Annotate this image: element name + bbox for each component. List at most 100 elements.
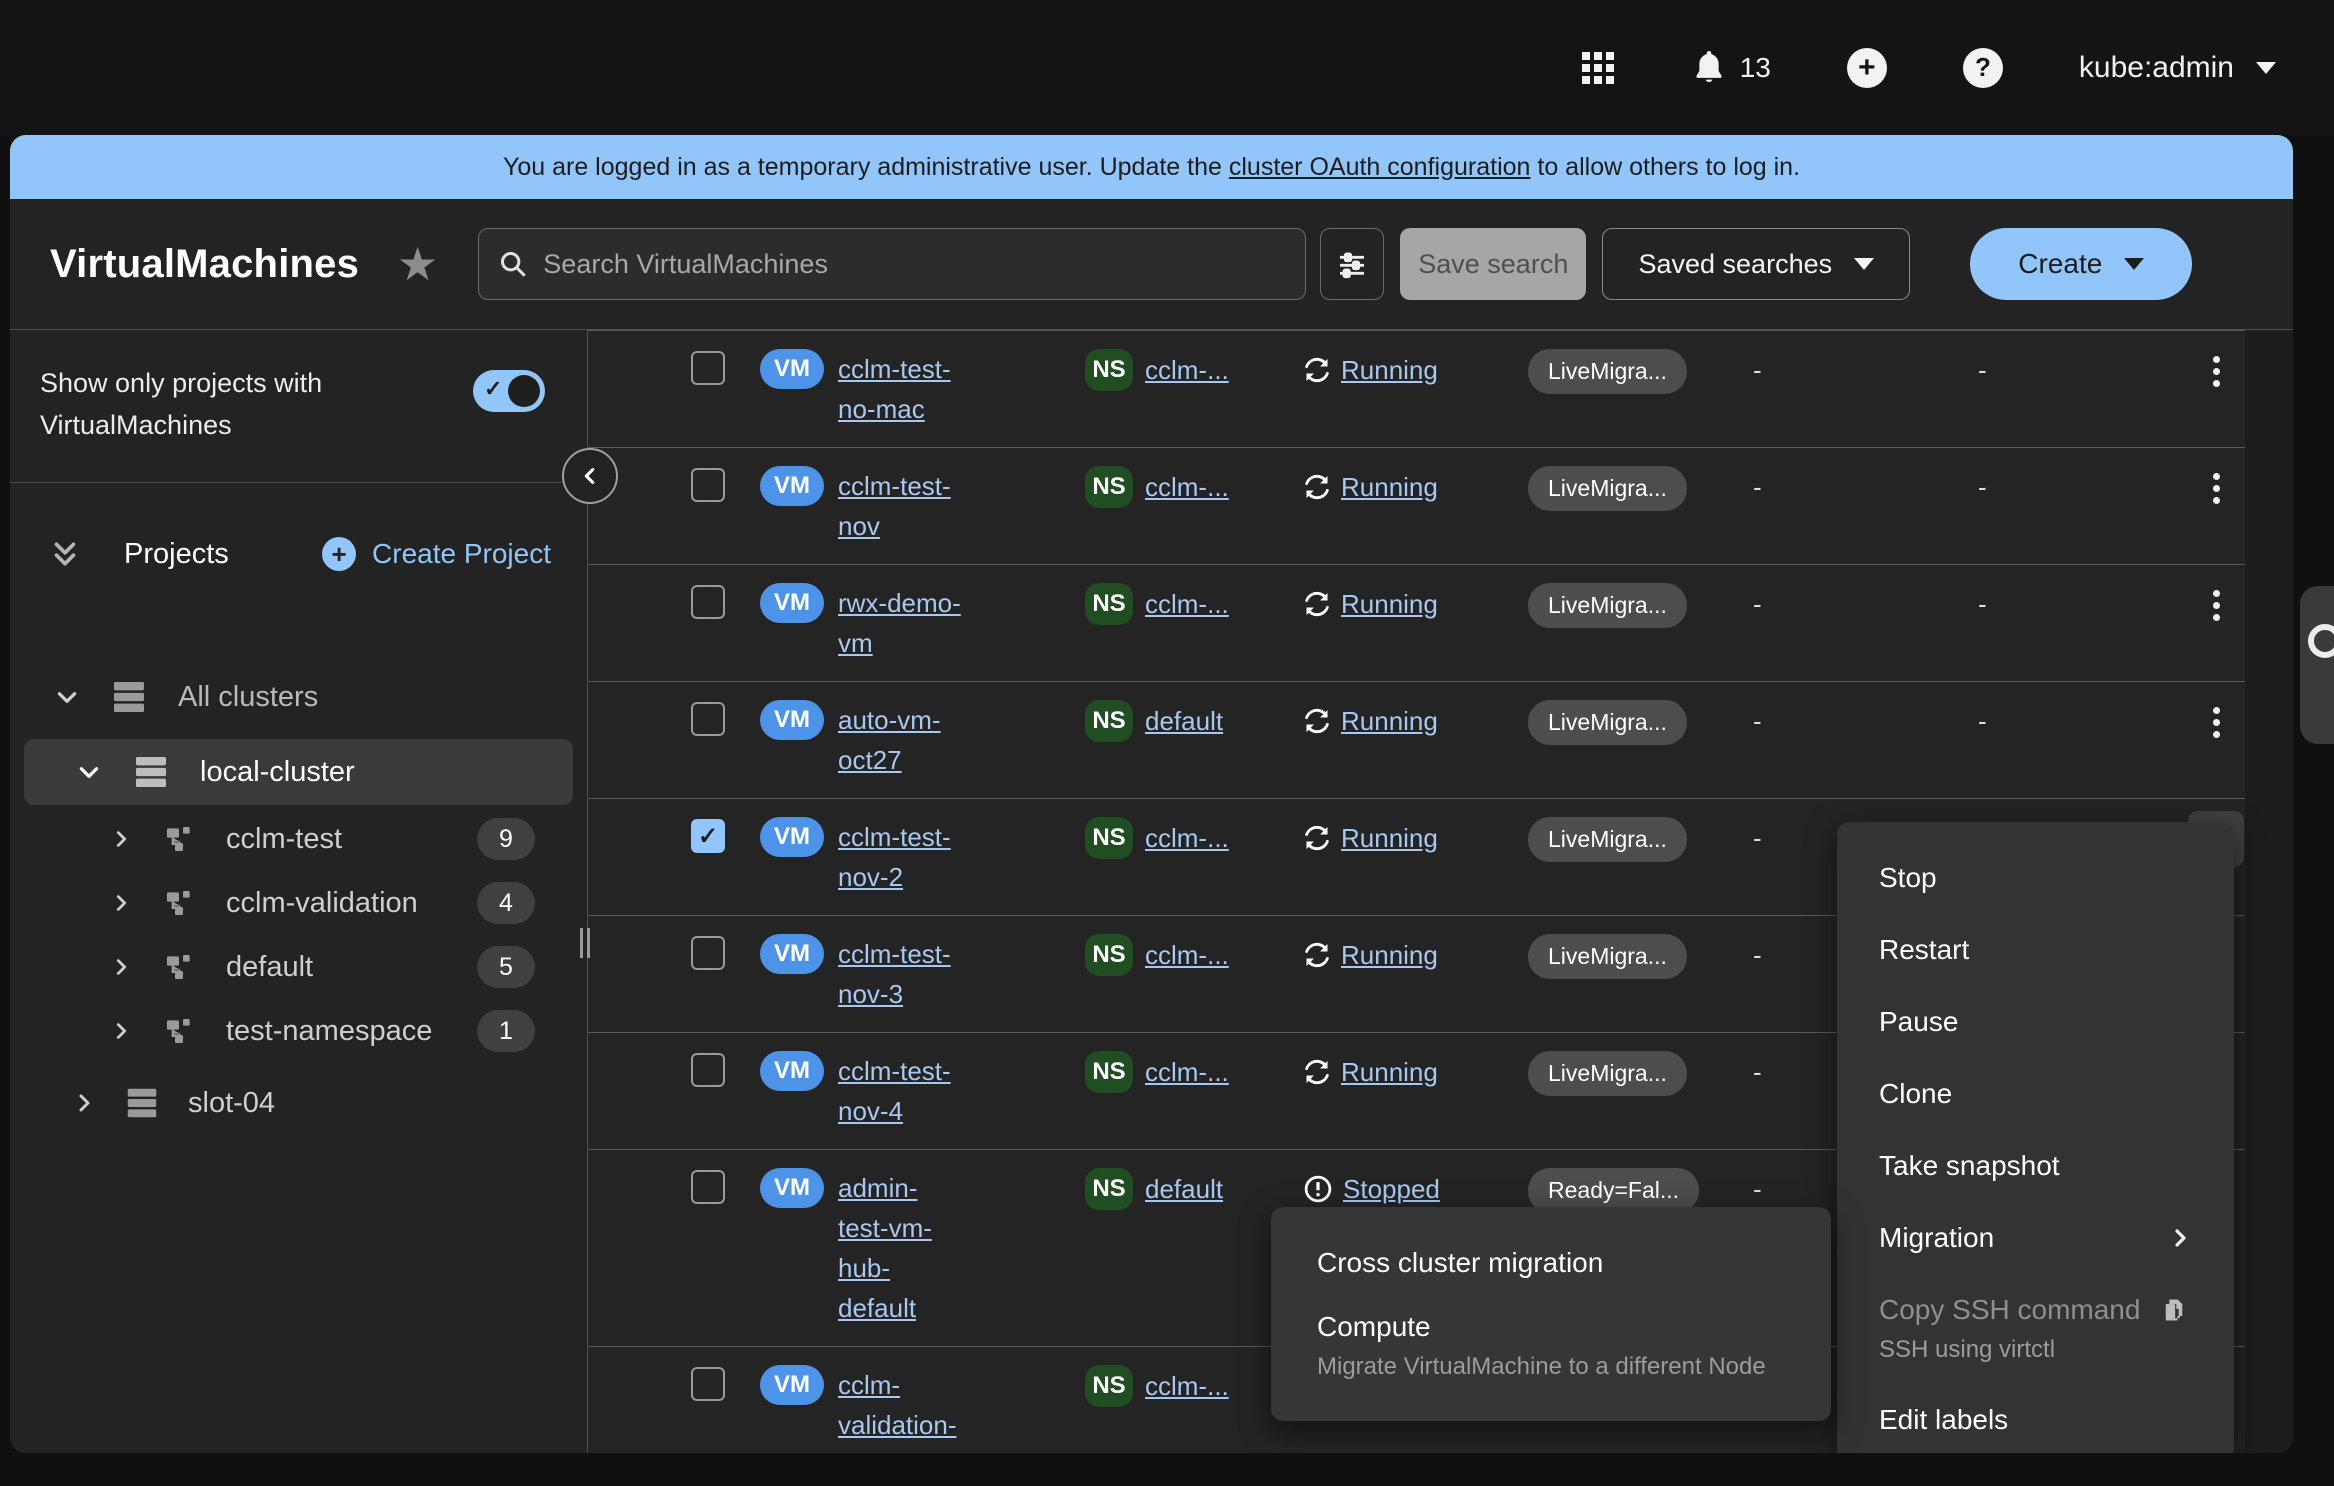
tree-item-slot-04[interactable]: slot-04 — [10, 1071, 587, 1135]
vm-filter-section: Show only projects with VirtualMachines … — [10, 330, 587, 483]
condition-pill[interactable]: LiveMigra... — [1528, 583, 1687, 628]
project-icon — [162, 951, 196, 983]
help-icon[interactable]: ? — [1963, 48, 2003, 88]
vm-kind-badge: VM — [760, 934, 824, 974]
name-cell: VM cclm-validation-cirros — [760, 1365, 1085, 1453]
tree-item-project[interactable]: default 5 — [10, 937, 587, 997]
row-checkbox[interactable]: ✓ — [691, 1367, 725, 1401]
namespace-link[interactable]: cclm-... — [1145, 583, 1229, 625]
projects-title: Projects — [124, 538, 229, 571]
status-link[interactable]: Stopped — [1343, 1174, 1440, 1205]
vm-name-link[interactable]: rwx-demo-vm — [838, 583, 988, 663]
namespace-link[interactable]: cclm-... — [1145, 817, 1229, 859]
menu-item[interactable]: Stop — [1837, 842, 2234, 914]
menu-item[interactable]: Restart — [1837, 914, 2234, 986]
row-checkbox[interactable]: ✓ — [691, 819, 725, 853]
row-checkbox[interactable]: ✓ — [691, 468, 725, 502]
app-launcher-icon[interactable] — [1580, 50, 1616, 86]
vm-name-link[interactable]: admin-test-vm-hub-default — [838, 1168, 960, 1328]
vm-name-link[interactable]: cclm-test-nov-2 — [838, 817, 988, 897]
status-link[interactable]: Running — [1341, 589, 1438, 620]
condition-pill[interactable]: LiveMigra... — [1528, 934, 1687, 979]
notifications[interactable]: 13 — [1692, 49, 1771, 87]
conditions-cell: LiveMigra... — [1528, 934, 1753, 1014]
vm-name-link[interactable]: auto-vm-oct27 — [838, 700, 988, 780]
status-link[interactable]: Running — [1341, 355, 1438, 386]
user-menu[interactable]: kube:admin — [2079, 51, 2276, 85]
vm-name-link[interactable]: cclm-test-nov-3 — [838, 934, 988, 1014]
kebab-menu-button[interactable] — [2188, 460, 2244, 516]
create-project-button[interactable]: + Create Project — [322, 537, 551, 571]
vm-kind-badge: VM — [760, 700, 824, 740]
row-checkbox[interactable]: ✓ — [691, 585, 725, 619]
conditions-cell: LiveMigra... — [1528, 583, 1753, 663]
row-checkbox[interactable]: ✓ — [691, 936, 725, 970]
namespace-link[interactable]: cclm-... — [1145, 1365, 1229, 1407]
condition-pill[interactable]: LiveMigra... — [1528, 349, 1687, 394]
tree-item-project[interactable]: test-namespace 1 — [10, 1001, 587, 1061]
namespace-link[interactable]: default — [1145, 700, 1223, 742]
kebab-menu-button[interactable] — [2188, 343, 2244, 399]
vm-kind-badge: VM — [760, 1051, 824, 1091]
row-checkbox[interactable]: ✓ — [691, 1170, 725, 1204]
menu-item[interactable]: Migration — [1837, 1202, 2234, 1274]
status-link[interactable]: Running — [1341, 1057, 1438, 1088]
row-checkbox[interactable]: ✓ — [691, 1053, 725, 1087]
favorite-star-icon[interactable]: ★ — [397, 241, 438, 287]
namespace-link[interactable]: cclm-... — [1145, 934, 1229, 976]
show-only-vm-toggle[interactable]: ✓ — [473, 370, 545, 412]
tree-item-all-clusters[interactable]: All clusters — [10, 665, 587, 729]
condition-pill[interactable]: LiveMigra... — [1528, 700, 1687, 745]
menu-item[interactable]: Take snapshot — [1837, 1130, 2234, 1202]
namespace-kind-badge: NS — [1085, 466, 1133, 508]
vm-name-link[interactable]: cclm-test-nov-4 — [838, 1051, 988, 1131]
menu-item-label: Take snapshot — [1879, 1150, 2060, 1182]
import-yaml-icon[interactable]: + — [1847, 48, 1887, 88]
name-cell: VM cclm-test-nov-3 — [760, 934, 1085, 1014]
namespace-link[interactable]: default — [1145, 1168, 1223, 1210]
condition-pill[interactable]: LiveMigra... — [1528, 466, 1687, 511]
search-box[interactable] — [478, 228, 1306, 300]
vm-name-link[interactable]: cclm-test-nov — [838, 466, 988, 546]
collapse-all-icon[interactable] — [50, 537, 80, 571]
search-input[interactable] — [541, 248, 1285, 281]
lightspeed-button[interactable] — [2300, 586, 2334, 744]
namespace-link[interactable]: cclm-... — [1145, 349, 1229, 391]
tree-item-project[interactable]: cclm-validation 4 — [10, 873, 587, 933]
tree-item-project[interactable]: cclm-test 9 — [10, 809, 587, 869]
vm-name-link[interactable]: cclm-validation-cirros — [838, 1365, 988, 1453]
create-label: Create — [2018, 248, 2102, 280]
toggle-knob — [508, 375, 540, 407]
oauth-config-link[interactable]: cluster OAuth configuration — [1229, 153, 1531, 181]
menu-item[interactable]: Cross cluster migration — [1271, 1231, 1831, 1295]
status-link[interactable]: Running — [1341, 706, 1438, 737]
menu-item[interactable]: Edit labels — [1837, 1384, 2234, 1453]
menu-item-label: Pause — [1879, 1006, 1958, 1038]
menu-item[interactable]: Pause — [1837, 986, 2234, 1058]
kebab-menu-button[interactable] — [2188, 577, 2244, 633]
menu-item[interactable]: Clone — [1837, 1058, 2234, 1130]
status-link[interactable]: Running — [1341, 940, 1438, 971]
sidebar-resize-handle[interactable] — [580, 928, 594, 958]
status-link[interactable]: Running — [1341, 472, 1438, 503]
namespace-kind-badge: NS — [1085, 817, 1133, 859]
create-button[interactable]: Create — [1970, 228, 2192, 300]
namespace-link[interactable]: cclm-... — [1145, 466, 1229, 508]
kebab-menu-button[interactable] — [2188, 694, 2244, 750]
condition-pill[interactable]: LiveMigra... — [1528, 1051, 1687, 1096]
saved-searches-dropdown[interactable]: Saved searches — [1602, 228, 1910, 300]
scroll-gutter[interactable] — [2245, 330, 2293, 1453]
tree-item-local-cluster[interactable]: local-cluster — [24, 739, 573, 805]
save-search-button[interactable]: Save search — [1400, 228, 1586, 300]
menu-item[interactable]: Compute Migrate VirtualMachine to a diff… — [1271, 1295, 1831, 1397]
row-checkbox[interactable]: ✓ — [691, 351, 725, 385]
sidebar-collapse-button[interactable] — [562, 448, 618, 504]
page-toolbar: VirtualMachines ★ Save search Saved sear… — [10, 199, 2293, 330]
advanced-filters-button[interactable] — [1320, 228, 1384, 300]
menu-item[interactable]: Copy SSH command SSH using virtctl — [1837, 1274, 2234, 1384]
condition-pill[interactable]: LiveMigra... — [1528, 817, 1687, 862]
vm-name-link[interactable]: cclm-test-no-mac — [838, 349, 988, 429]
row-checkbox[interactable]: ✓ — [691, 702, 725, 736]
status-link[interactable]: Running — [1341, 823, 1438, 854]
namespace-link[interactable]: cclm-... — [1145, 1051, 1229, 1093]
